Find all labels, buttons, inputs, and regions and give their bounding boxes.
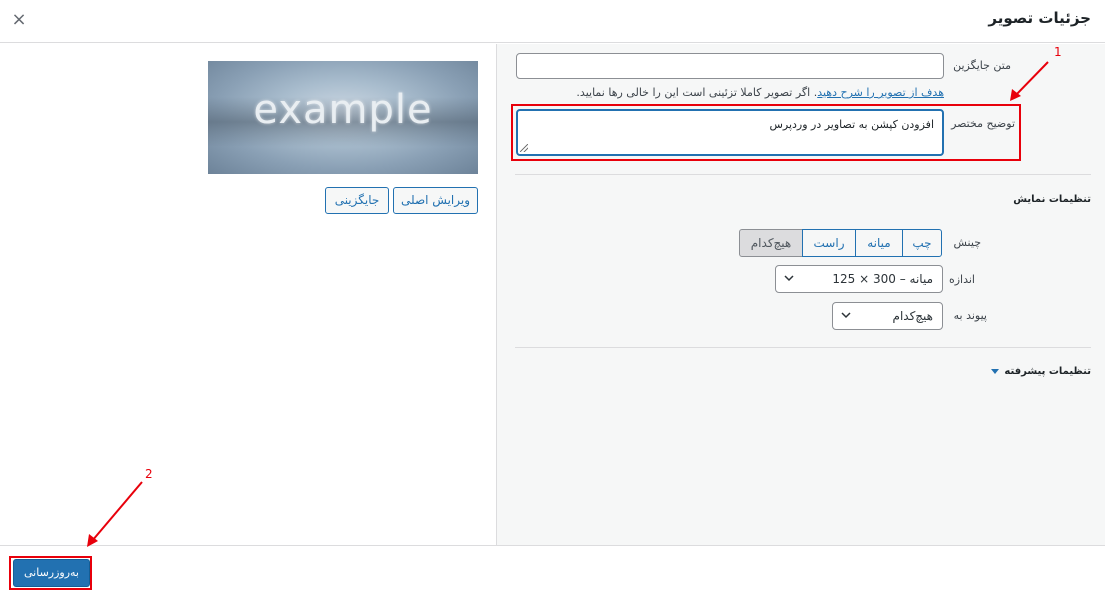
annotation-arrow-2 <box>91 481 143 542</box>
annotation-arrow-1 <box>1014 61 1049 97</box>
annotation-arrows <box>87 61 1049 547</box>
